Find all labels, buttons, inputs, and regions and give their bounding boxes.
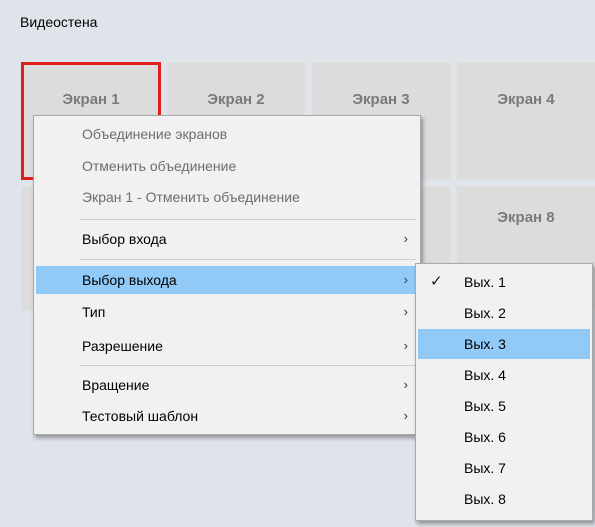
output-item-2[interactable]: Вых. 2 [418,298,590,328]
menu-item-label: Вращение [82,377,150,393]
output-item-label: Вых. 1 [464,274,506,290]
output-item-label: Вых. 7 [464,460,506,476]
output-item-label: Вых. 6 [464,429,506,445]
output-submenu: ✓ Вых. 1 Вых. 2 Вых. 3 Вых. 4 Вых. 5 Вых… [415,263,593,521]
menu-item-label: Выбор выхода [82,272,177,288]
menu-item-input-select[interactable]: Выбор входа › [36,225,418,253]
menu-separator [80,259,416,260]
output-item-label: Вых. 8 [464,491,506,507]
menu-item-label: Экран 1 - Отменить объединение [82,189,300,205]
menu-item-cancel-merge[interactable]: Отменить объединение [36,152,418,180]
submenu-arrow-icon: › [403,231,408,246]
output-item-6[interactable]: Вых. 6 [418,422,590,452]
menu-item-label: Выбор входа [82,231,167,247]
output-item-label: Вых. 2 [464,305,506,321]
menu-separator [80,365,416,366]
menu-item-label: Тип [82,304,106,320]
submenu-arrow-icon: › [403,408,408,423]
menu-item-screen1-cancel-merge[interactable]: Экран 1 - Отменить объединение [36,183,418,211]
menu-item-test-pattern[interactable]: Тестовый шаблон › [36,402,418,430]
screen-context-menu: Объединение экранов Отменить объединение… [33,115,421,435]
output-item-5[interactable]: Вых. 5 [418,391,590,421]
output-item-1[interactable]: ✓ Вых. 1 [418,267,590,297]
submenu-arrow-icon: › [403,338,408,353]
output-item-8[interactable]: Вых. 8 [418,484,590,514]
menu-item-resolution[interactable]: Разрешение › [36,332,418,360]
menu-item-type[interactable]: Тип › [36,298,418,326]
menu-item-merge-screens[interactable]: Объединение экранов [36,120,418,148]
output-item-7[interactable]: Вых. 7 [418,453,590,483]
output-item-label: Вых. 3 [464,336,506,352]
output-item-label: Вых. 5 [464,398,506,414]
screen-tile-label: Экран 4 [497,91,555,108]
screen-tile-label: Экран 1 [62,91,120,108]
check-icon: ✓ [430,273,443,290]
screen-tile-label: Экран 2 [207,91,265,108]
submenu-arrow-icon: › [403,304,408,319]
submenu-arrow-icon: › [403,272,408,287]
screen-tile-4[interactable]: Экран 4 [456,62,595,180]
menu-item-label: Разрешение [82,338,163,354]
screen-tile-label: Экран 3 [352,91,410,108]
output-item-4[interactable]: Вых. 4 [418,360,590,390]
output-item-label: Вых. 4 [464,367,506,383]
menu-item-rotation[interactable]: Вращение › [36,371,418,399]
menu-item-label: Объединение экранов [82,126,228,142]
output-item-3[interactable]: Вых. 3 [418,329,590,359]
menu-item-label: Отменить объединение [82,158,237,174]
menu-item-output-select[interactable]: Выбор выхода › [36,266,418,294]
menu-separator [80,219,416,220]
videowall-title: Видеостена [20,14,98,30]
submenu-arrow-icon: › [403,377,408,392]
menu-item-label: Тестовый шаблон [82,408,199,424]
screen-tile-label: Экран 8 [497,209,555,226]
